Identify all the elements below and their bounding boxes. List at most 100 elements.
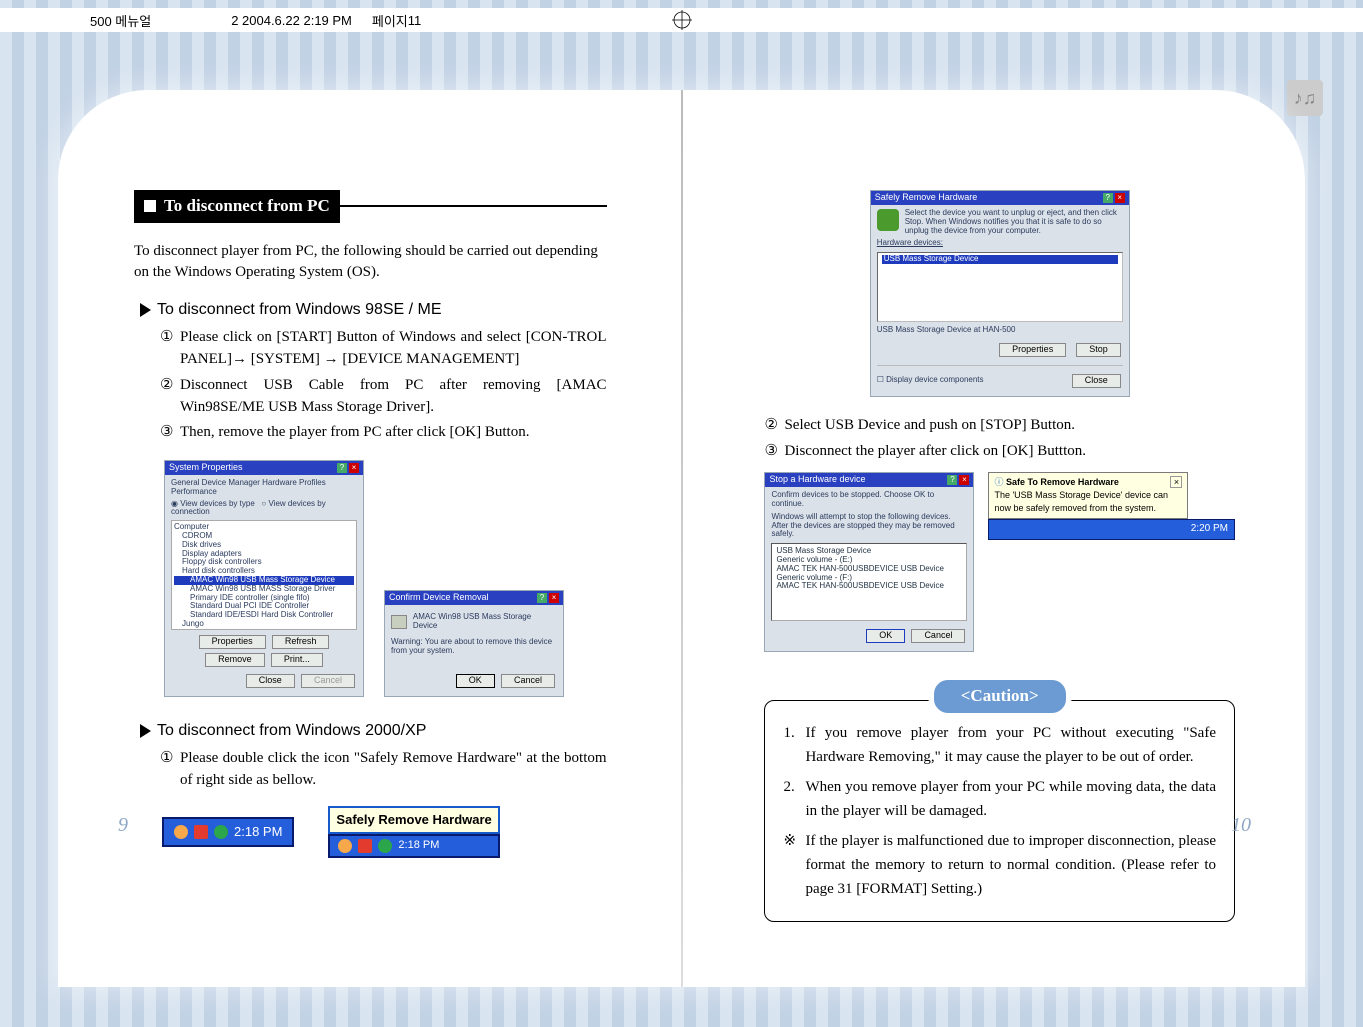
tray-icon[interactable] xyxy=(358,839,372,853)
help-icon[interactable]: ? xyxy=(947,475,957,485)
caution-item: 1.If you remove player from your PC with… xyxy=(783,721,1216,769)
step-item: ②Select USB Device and push on [STOP] Bu… xyxy=(764,415,1235,437)
triangle-bullet-icon xyxy=(140,303,151,317)
help-icon[interactable]: ? xyxy=(1103,193,1113,203)
dialog-title: System Properties xyxy=(169,463,243,473)
display-components-checkbox[interactable]: ☐ Display device components xyxy=(877,376,984,385)
close-icon[interactable]: × xyxy=(549,593,559,603)
cancel-button[interactable]: Cancel xyxy=(501,674,555,688)
right-column: Safely Remove Hardware?× Select the devi… xyxy=(706,190,1305,987)
help-icon[interactable]: ? xyxy=(337,463,347,473)
ok-button[interactable]: OK xyxy=(456,674,495,688)
tray-remove-hardware-icon[interactable] xyxy=(214,825,228,839)
cancel-button[interactable]: Cancel xyxy=(301,674,355,688)
tree-item[interactable]: Keyboard xyxy=(174,629,354,630)
device-tree[interactable]: Computer CDROM Disk drives Display adapt… xyxy=(171,520,357,630)
close-icon[interactable]: × xyxy=(959,475,969,485)
caution-title: <Caution> xyxy=(934,680,1066,713)
print-page-no: 11 xyxy=(408,13,422,28)
systray[interactable]: 2:18 PM xyxy=(162,817,294,848)
screenshot-confirm-removal: Confirm Device Removal?× AMAC Win98 USB … xyxy=(384,590,564,697)
step-item: ②Disconnect USB Cable from PC after remo… xyxy=(160,375,607,419)
radio-by-type[interactable]: View devices by type xyxy=(180,499,255,508)
systray[interactable]: 2:20 PM xyxy=(988,519,1235,540)
close-button[interactable]: Close xyxy=(246,674,295,688)
device-status-label: USB Mass Storage Device at HAN-500 xyxy=(877,326,1123,335)
tray-icon[interactable] xyxy=(1149,525,1159,535)
square-bullet-icon xyxy=(144,200,156,212)
stop-button[interactable]: Stop xyxy=(1076,343,1121,357)
screenshot-stop-hardware: Stop a Hardware device?× Confirm devices… xyxy=(764,472,974,652)
properties-button[interactable]: Properties xyxy=(999,343,1066,357)
balloon-with-tray: Safely Remove Hardware 2:18 PM xyxy=(328,806,499,859)
screenshot-safely-remove-hardware: Safely Remove Hardware?× Select the devi… xyxy=(870,190,1130,397)
registration-mark-icon xyxy=(672,10,692,30)
caution-block: <Caution> 1.If you remove player from yo… xyxy=(764,680,1235,922)
device-list-item-selected[interactable]: USB Mass Storage Device xyxy=(882,255,1118,264)
step-item: ①Please double click the icon "Safely Re… xyxy=(160,748,607,792)
section-heading: To disconnect from PC xyxy=(134,190,607,223)
stop-device-list[interactable]: USB Mass Storage Device Generic volume -… xyxy=(771,543,967,621)
tab-strip[interactable]: General Device Manager Hardware Profiles… xyxy=(171,479,357,497)
device-list[interactable]: USB Mass Storage Device xyxy=(877,252,1123,322)
confirm-text: Confirm devices to be stopped. Choose OK… xyxy=(771,491,967,509)
section-title: To disconnect from PC xyxy=(164,194,330,219)
tray-icon[interactable] xyxy=(194,825,208,839)
confirm-text-2: Windows will attempt to stop the followi… xyxy=(771,513,967,539)
triangle-bullet-icon xyxy=(140,724,151,738)
ok-button[interactable]: OK xyxy=(866,629,905,643)
tray-remove-hardware-icon[interactable] xyxy=(378,839,392,853)
print-doc-name: 500 메뉴얼 xyxy=(90,11,151,30)
intro-text: To disconnect player from PC, the follow… xyxy=(134,241,607,285)
subheading-win98-label: To disconnect from Windows 98SE / ME xyxy=(157,298,442,321)
device-icon xyxy=(391,615,407,629)
step-item: ③Disconnect the player after click on [O… xyxy=(764,441,1235,463)
balloon-body: The 'USB Mass Storage Device' device can… xyxy=(994,489,1182,515)
cancel-button[interactable]: Cancel xyxy=(911,629,965,643)
music-notes-icon: ♪♫ xyxy=(1287,80,1323,116)
dialog-title: Stop a Hardware device xyxy=(769,475,865,485)
device-name-label: AMAC Win98 USB Mass Storage Device xyxy=(413,613,557,631)
safe-to-remove-balloon: ⓘ Safe To Remove Hardware× The 'USB Mass… xyxy=(988,472,1188,519)
tray-time: 2:18 PM xyxy=(234,823,282,842)
subheading-winxp: To disconnect from Windows 2000/XP xyxy=(140,719,607,742)
print-page-label: 페이지 xyxy=(372,11,408,30)
list-item[interactable]: AMAC TEK HAN-500USBDEVICE USB Device xyxy=(776,582,962,591)
tray-icon[interactable] xyxy=(174,825,188,839)
close-icon[interactable]: × xyxy=(1170,476,1182,488)
tray-icon[interactable] xyxy=(338,839,352,853)
caution-item: ※If the player is malfunctioned due to i… xyxy=(783,829,1216,901)
close-button[interactable]: Close xyxy=(1072,374,1121,388)
dialog-description: Select the device you want to unplug or … xyxy=(905,209,1123,235)
print-button[interactable]: Print... xyxy=(271,653,323,667)
subheading-win98: To disconnect from Windows 98SE / ME xyxy=(140,298,607,321)
page-number-right: 10 xyxy=(1231,814,1251,837)
hardware-icon xyxy=(877,209,899,231)
page-spine xyxy=(681,90,683,987)
help-icon[interactable]: ? xyxy=(537,593,547,603)
tray-icon[interactable] xyxy=(1163,525,1173,535)
page-number-left: 9 xyxy=(118,814,128,837)
safe-remove-bubble-group: ⓘ Safe To Remove Hardware× The 'USB Mass… xyxy=(988,472,1235,540)
close-icon[interactable]: × xyxy=(1115,193,1125,203)
caution-item: 2.When you remove player from your PC wh… xyxy=(783,775,1216,823)
remove-button[interactable]: Remove xyxy=(205,653,265,667)
step-item: ①Please click on [START] Button of Windo… xyxy=(160,327,607,371)
dialog-title: Safely Remove Hardware xyxy=(875,193,978,203)
screenshot-system-properties: System Properties?× General Device Manag… xyxy=(164,460,364,697)
tooltip-balloon: Safely Remove Hardware xyxy=(328,806,499,835)
refresh-button[interactable]: Refresh xyxy=(272,635,330,649)
dialog-title: Confirm Device Removal xyxy=(389,593,489,603)
properties-button[interactable]: Properties xyxy=(199,635,266,649)
left-column: To disconnect from PC To disconnect play… xyxy=(58,190,657,987)
print-header: 500 메뉴얼 2 2004.6.22 2:19 PM 페이지 11 xyxy=(0,8,1363,32)
tray-time: 2:18 PM xyxy=(398,838,439,854)
subheading-winxp-label: To disconnect from Windows 2000/XP xyxy=(157,719,426,742)
systray[interactable]: 2:18 PM xyxy=(328,834,499,858)
warning-text: Warning: You are about to remove this de… xyxy=(391,638,557,656)
tray-time: 2:20 PM xyxy=(1191,522,1228,537)
tray-remove-hardware-icon[interactable] xyxy=(1177,525,1187,535)
print-rev: 2 2004.6.22 2:19 PM xyxy=(231,13,352,28)
hardware-devices-label: Hardware devices: xyxy=(877,238,943,247)
close-icon[interactable]: × xyxy=(349,463,359,473)
